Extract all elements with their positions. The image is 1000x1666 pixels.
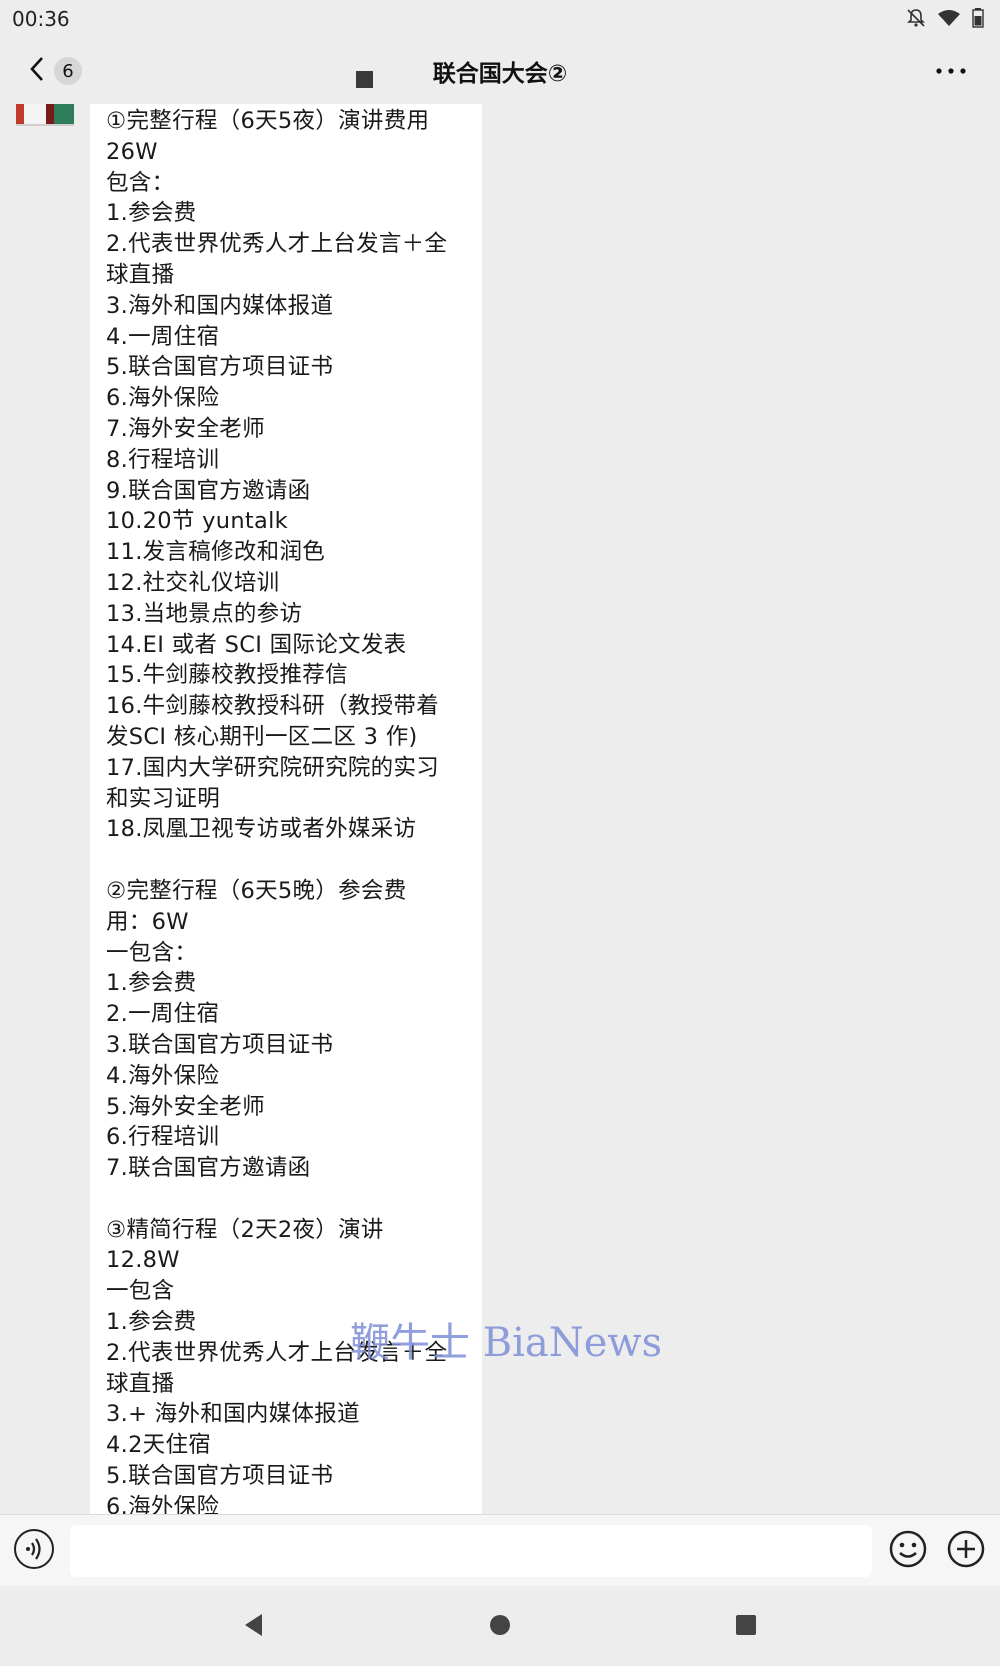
emoji-button[interactable] <box>888 1529 928 1569</box>
circle-home-icon <box>488 1615 512 1642</box>
message-list[interactable]: ①完整行程（6天5夜）演讲费用 26W 包含： 1.参会费 2.代表世界优秀人才… <box>0 104 1000 1514</box>
square-recents-icon <box>734 1615 758 1642</box>
emoji-icon <box>888 1530 928 1573</box>
voice-button[interactable] <box>14 1529 54 1569</box>
input-bar <box>0 1514 1000 1587</box>
more-button[interactable] <box>934 56 968 86</box>
avatar[interactable] <box>16 104 74 126</box>
message-text: ①完整行程（6天5夜）演讲费用 26W 包含： 1.参会费 2.代表世界优秀人才… <box>106 108 448 1514</box>
nav-recents-button[interactable] <box>734 1612 758 1642</box>
mute-bell-icon <box>906 8 926 28</box>
plus-button[interactable] <box>946 1529 986 1569</box>
plus-icon <box>946 1530 986 1573</box>
status-icons <box>906 8 984 28</box>
status-time: 00:36 <box>12 7 70 31</box>
wechat-chat-screen: 00:36 6 联合国大会② ①完整行程（6天5夜）演讲费用 26W 包含： 1… <box>0 0 1000 1666</box>
nav-back-button[interactable] <box>242 1612 266 1642</box>
chat-title: 联合国大会② <box>432 61 568 87</box>
more-dots-icon <box>934 68 968 90</box>
triangle-back-icon <box>242 1614 266 1642</box>
message-input[interactable] <box>70 1525 872 1577</box>
wifi-icon <box>938 9 960 27</box>
chat-header: 6 联合国大会② <box>0 38 1000 104</box>
message-bubble[interactable]: ①完整行程（6天5夜）演讲费用 26W 包含： 1.参会费 2.代表世界优秀人才… <box>90 104 482 1514</box>
status-bar: 00:36 <box>0 0 1000 38</box>
nav-home-button[interactable] <box>488 1612 512 1642</box>
watermark: 鞭牛士 BiaNews <box>350 1320 663 1366</box>
system-navigation-bar <box>0 1586 1000 1666</box>
battery-icon <box>972 8 984 28</box>
